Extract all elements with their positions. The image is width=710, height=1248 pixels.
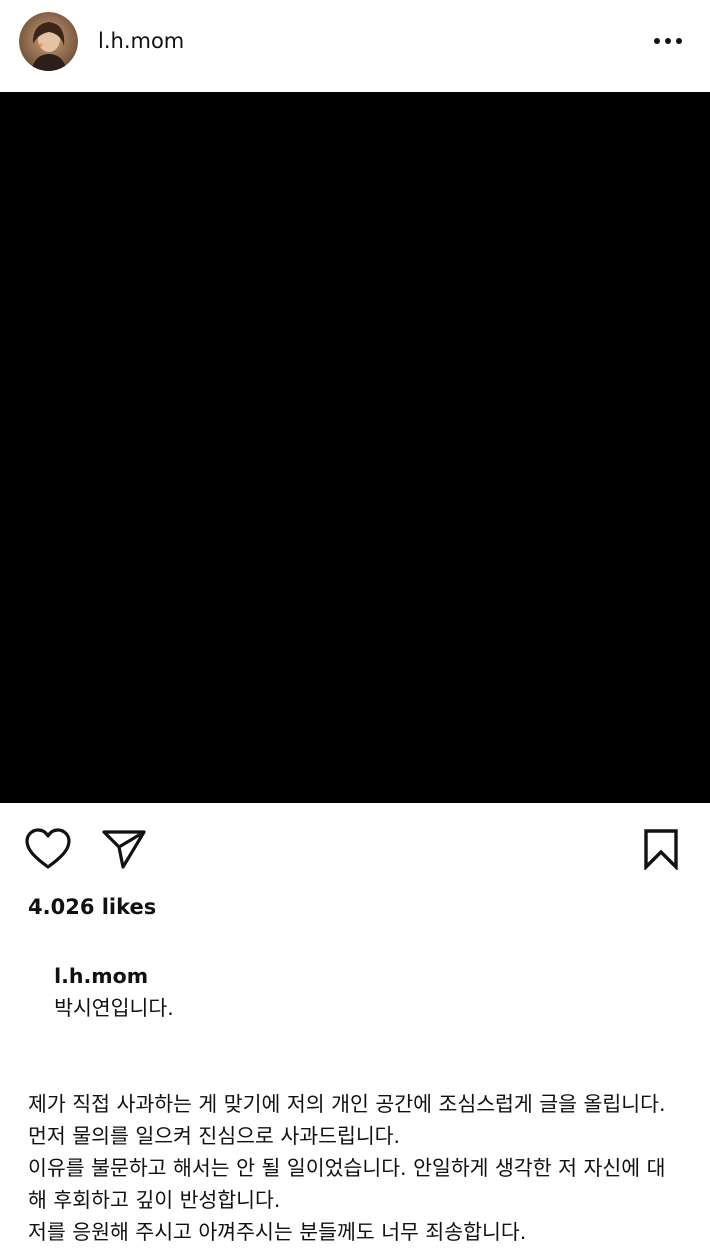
share-button[interactable] xyxy=(100,827,148,871)
send-icon xyxy=(102,830,146,869)
likes-count[interactable]: 4.026 likes xyxy=(28,892,156,922)
save-button[interactable] xyxy=(638,827,684,871)
bookmark-icon xyxy=(644,829,678,870)
more-horizontal-icon xyxy=(654,38,682,44)
more-options-button[interactable] xyxy=(648,26,688,56)
post-header: l.h.mom xyxy=(0,0,710,92)
caption-line: 저를 응원해 주시고 아껴주시는 분들께도 너무 죄송합니다. xyxy=(28,1220,527,1244)
post-caption: l.h.mom 박시연입니다. 제가 직접 사과하는 게 맞기에 저의 개인 공… xyxy=(28,928,668,1248)
like-button[interactable] xyxy=(24,827,72,871)
heart-icon xyxy=(25,828,71,869)
caption-line: 이유를 불문하고 해서는 안 될 일이었습니다. 안일하게 생각한 저 자신에 … xyxy=(28,1156,666,1212)
caption-line: 제가 직접 사과하는 게 맞기에 저의 개인 공간에 조심스럽게 글을 올립니다… xyxy=(28,1092,666,1116)
avatar[interactable] xyxy=(19,12,78,71)
post-username[interactable]: l.h.mom xyxy=(98,27,184,55)
post-media[interactable] xyxy=(0,92,710,803)
caption-username[interactable]: l.h.mom xyxy=(54,964,148,988)
caption-line: 먼저 물의를 일으켜 진심으로 사과드립니다. xyxy=(28,1124,401,1148)
caption-first-text: 박시연입니다. xyxy=(54,996,174,1020)
post-actions-bar xyxy=(0,803,710,889)
